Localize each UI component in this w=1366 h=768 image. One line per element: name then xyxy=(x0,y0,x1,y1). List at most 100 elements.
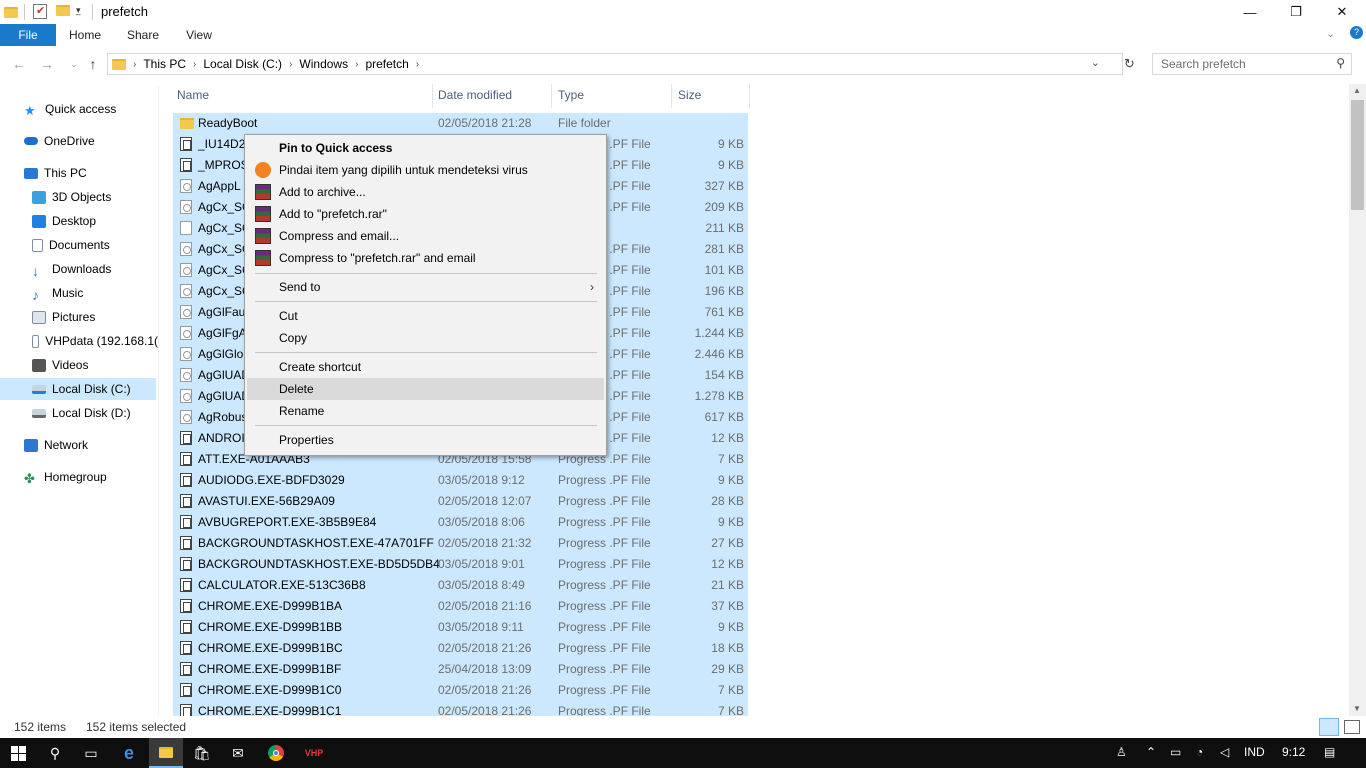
table-row[interactable]: CHROME.EXE-D999B1BF 25/04/2018 13:09 Progr… xyxy=(173,659,748,680)
show-hidden-icons-chevron-icon[interactable]: ⌃ xyxy=(1146,745,1156,759)
table-row[interactable]: CHROME.EXE-D999B1BA 02/05/2018 21:16 Progr… xyxy=(173,596,748,617)
vhp-app-icon[interactable]: VHP xyxy=(298,738,330,768)
breadcrumb-separator-icon[interactable]: › xyxy=(133,59,136,70)
breadcrumb-separator-icon[interactable]: › xyxy=(193,59,196,70)
sidebar-item-desktop[interactable]: Desktop xyxy=(32,210,188,232)
table-row[interactable]: ReadyBoot 02/05/2018 21:28 File folder xyxy=(173,113,748,134)
sidebar-item-downloads[interactable]: ↓ Downloads xyxy=(32,258,188,280)
sidebar-item-homegroup[interactable]: ✤ Homegroup xyxy=(24,466,180,488)
task-view-icon[interactable]: ▭ xyxy=(76,738,106,768)
menu-item-copy[interactable]: Copy xyxy=(247,327,604,349)
help-icon[interactable]: ? xyxy=(1350,26,1363,39)
volume-icon[interactable]: ◁ xyxy=(1220,745,1229,759)
sidebar-item-this-pc[interactable]: This PC xyxy=(24,162,180,184)
people-icon[interactable]: ♙ xyxy=(1116,745,1127,759)
folder-icon[interactable] xyxy=(4,6,18,18)
tab-home[interactable]: Home xyxy=(58,24,112,46)
table-row[interactable]: CALCULATOR.EXE-513C36B8 03/05/2018 8:49 Pr… xyxy=(173,575,748,596)
menu-item-cut[interactable]: Cut xyxy=(247,305,604,327)
breadcrumb-separator-icon[interactable]: › xyxy=(289,59,292,70)
table-row[interactable]: AUDIODG.EXE-BDFD3029 03/05/2018 9:12 Progr… xyxy=(173,470,748,491)
table-row[interactable]: BACKGROUNDTASKHOST.EXE-BD5D5DB4 03/05/201… xyxy=(173,554,748,575)
menu-item-pin-to-quick-access[interactable]: Pin to Quick access xyxy=(247,137,604,159)
address-dropdown-chevron-icon[interactable]: ⌄ xyxy=(1091,56,1100,69)
forward-arrow-icon[interactable]: → xyxy=(37,54,57,74)
sidebar-item-pictures[interactable]: Pictures xyxy=(32,306,188,328)
sidebar-item-vhpdata[interactable]: VHPdata (192.168.1( xyxy=(32,330,158,352)
pane-divider[interactable] xyxy=(158,86,159,716)
up-arrow-icon[interactable]: ↑ xyxy=(83,54,103,74)
customize-quick-access-dropdown-icon[interactable]: ▾̲ xyxy=(76,5,81,16)
start-windows-icon[interactable] xyxy=(0,738,36,768)
store-icon[interactable]: 🛍 xyxy=(186,738,218,768)
menu-item-compress-rar-and-email[interactable]: Compress to "prefetch.rar" and email xyxy=(247,247,604,269)
menu-item-compress-and-email[interactable]: Compress and email... xyxy=(247,225,604,247)
column-divider[interactable] xyxy=(749,84,750,108)
breadcrumb-separator-icon[interactable]: › xyxy=(416,59,419,70)
action-center-icon[interactable]: ▤ xyxy=(1324,745,1335,759)
menu-item-send-to[interactable]: Send to › xyxy=(247,276,604,298)
tab-file[interactable]: File xyxy=(0,24,56,46)
address-bar[interactable]: › This PC › Local Disk (C:) › Windows › … xyxy=(107,53,1123,75)
scroll-up-arrow-icon[interactable]: ▲ xyxy=(1353,86,1361,95)
menu-item-create-shortcut[interactable]: Create shortcut xyxy=(247,356,604,378)
sidebar-item-documents[interactable]: Documents xyxy=(32,234,188,256)
tab-view[interactable]: View xyxy=(172,24,226,46)
column-header-type[interactable]: Type xyxy=(551,84,671,106)
breadcrumb-separator-icon[interactable]: › xyxy=(355,59,358,70)
sidebar-item-videos[interactable]: Videos xyxy=(32,354,188,376)
close-button[interactable]: ✕ xyxy=(1319,0,1365,24)
menu-item-delete[interactable]: Delete xyxy=(247,378,604,400)
chrome-icon[interactable] xyxy=(260,738,292,768)
table-row[interactable]: CHROME.EXE-D999B1BC 02/05/2018 21:26 Progr… xyxy=(173,638,748,659)
sidebar-item-quick-access[interactable]: ★ Quick access xyxy=(24,98,180,120)
new-folder-icon[interactable] xyxy=(56,5,70,19)
expand-ribbon-chevron-icon[interactable]: ⌄ xyxy=(1326,27,1335,40)
menu-item-add-to-archive[interactable]: Add to archive... xyxy=(247,181,604,203)
scroll-down-arrow-icon[interactable]: ▼ xyxy=(1353,704,1361,713)
sidebar-item-onedrive[interactable]: OneDrive xyxy=(24,130,180,152)
table-row[interactable]: CHROME.EXE-D999B1C1 02/05/2018 21:26 Progr… xyxy=(173,701,748,716)
sidebar-item-3d-objects[interactable]: 3D Objects xyxy=(32,186,188,208)
column-header-size[interactable]: Size xyxy=(671,84,749,106)
refresh-icon[interactable]: ↻ xyxy=(1124,56,1135,72)
large-icons-view-icon[interactable] xyxy=(1344,720,1360,734)
menu-item-properties[interactable]: Properties xyxy=(247,429,604,451)
properties-check-icon[interactable]: ✔ xyxy=(33,4,47,19)
table-row[interactable]: AVBUGREPORT.EXE-3B5B9E84 03/05/2018 8:06 P… xyxy=(173,512,748,533)
breadcrumb-windows[interactable]: Windows xyxy=(299,57,348,71)
sidebar-item-music[interactable]: ♪ Music xyxy=(32,282,188,304)
file-explorer-icon[interactable] xyxy=(149,738,183,768)
battery-icon[interactable]: ▭ xyxy=(1170,745,1181,759)
back-arrow-icon[interactable]: ← xyxy=(9,54,29,74)
sidebar-item-local-disk-c[interactable]: Local Disk (C:) xyxy=(0,378,156,400)
mail-icon[interactable]: ✉ xyxy=(222,738,254,768)
search-input[interactable]: Search prefetch ⚲ xyxy=(1152,53,1352,75)
menu-item-add-to-prefetch-rar[interactable]: Add to "prefetch.rar" xyxy=(247,203,604,225)
column-header-date-modified[interactable]: Date modified xyxy=(431,84,551,106)
sidebar-item-network[interactable]: Network xyxy=(24,434,180,456)
edge-browser-icon[interactable]: e xyxy=(112,738,146,768)
tab-share[interactable]: Share xyxy=(116,24,170,46)
search-icon[interactable]: ⚲ xyxy=(1336,56,1345,70)
wifi-icon[interactable]: ◔ xyxy=(1196,745,1203,759)
breadcrumb-this-pc[interactable]: This PC xyxy=(143,57,186,71)
table-row[interactable]: AVASTUI.EXE-56B29A09 02/05/2018 12:07 Prog… xyxy=(173,491,748,512)
recent-locations-chevron-icon[interactable]: ⌄ xyxy=(64,54,84,74)
maximize-button[interactable]: ❐ xyxy=(1273,0,1319,24)
table-row[interactable]: CHROME.EXE-D999B1BB 03/05/2018 9:11 Progre… xyxy=(173,617,748,638)
language-indicator[interactable]: IND xyxy=(1244,745,1265,759)
sidebar-item-local-disk-d[interactable]: Local Disk (D:) xyxy=(32,402,188,424)
breadcrumb-local-disk-c[interactable]: Local Disk (C:) xyxy=(203,57,282,71)
scrollbar-thumb[interactable] xyxy=(1351,100,1364,210)
menu-item-rename[interactable]: Rename xyxy=(247,400,604,422)
minimize-button[interactable]: — xyxy=(1227,0,1273,24)
clock[interactable]: 9:12 xyxy=(1282,745,1305,759)
menu-item-scan-virus[interactable]: Pindai item yang dipilih untuk mendeteks… xyxy=(247,159,604,181)
column-header-name[interactable]: Name xyxy=(170,84,432,106)
vertical-scrollbar[interactable]: ▲ ▼ xyxy=(1349,84,1366,716)
table-row[interactable]: CHROME.EXE-D999B1C0 02/05/2018 21:26 Progr… xyxy=(173,680,748,701)
details-view-icon[interactable] xyxy=(1319,718,1339,736)
search-icon[interactable]: ⚲ xyxy=(40,738,70,768)
table-row[interactable]: BACKGROUNDTASKHOST.EXE-47A701FF 02/05/201… xyxy=(173,533,748,554)
